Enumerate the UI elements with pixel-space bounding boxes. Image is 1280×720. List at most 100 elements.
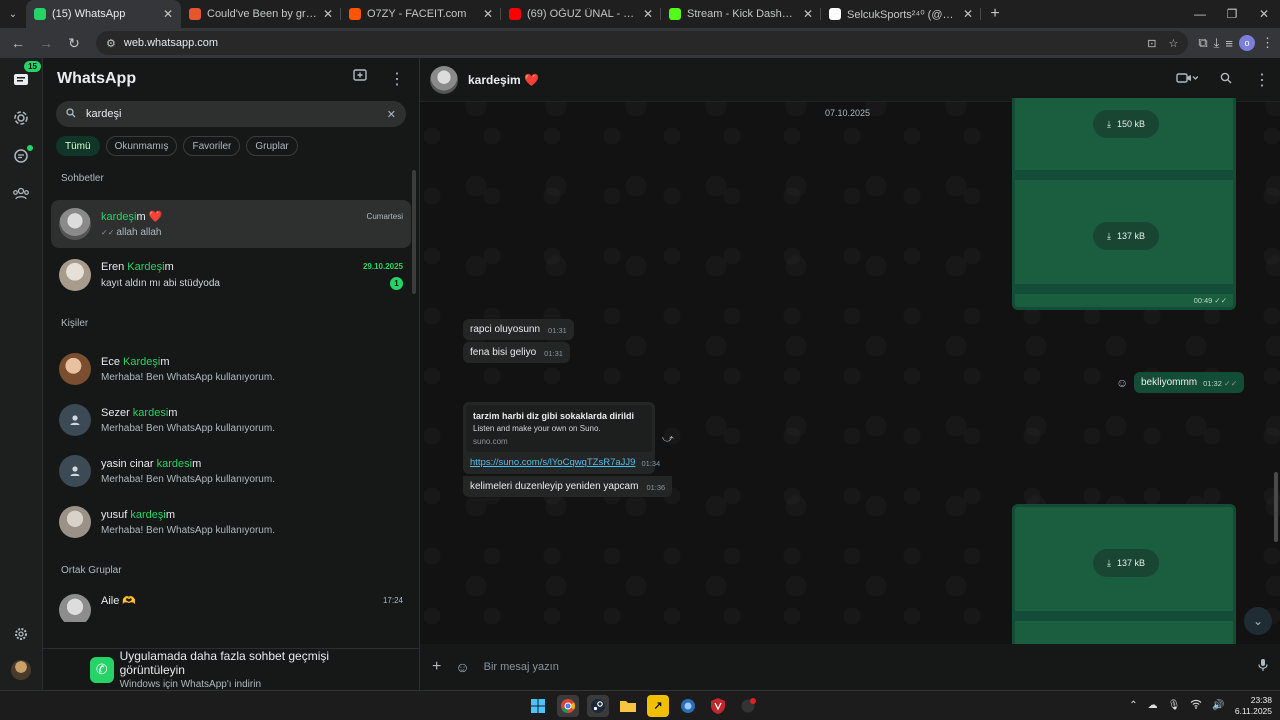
attach-plus-icon[interactable]: + <box>432 658 441 676</box>
cloud-icon[interactable]: ☁ <box>1148 700 1158 711</box>
steam-taskbar-icon[interactable] <box>587 694 609 717</box>
download-button[interactable]: ⤓ 137 kB <box>1093 222 1159 250</box>
message-link[interactable]: https://suno.com/s/lYoCqwqTZsR7aJJ9 <box>470 457 635 468</box>
back-button[interactable]: ← <box>6 31 30 55</box>
scroll-to-bottom-button[interactable]: ⌄ <box>1244 607 1272 635</box>
message-input[interactable]: Bir mesaj yazın <box>484 661 1244 673</box>
link-preview-message[interactable]: tarzim harbi diz gibi sokaklarda dirildi… <box>463 402 660 474</box>
tab-search-button[interactable]: ⌄ <box>0 0 26 28</box>
profile-avatar[interactable]: o <box>1239 35 1255 51</box>
download-button[interactable]: ⤓ 137 kB <box>1093 549 1159 577</box>
volume-icon[interactable]: 🔊 <box>1212 700 1224 711</box>
tab-favicon-icon <box>189 8 201 20</box>
media-message[interactable]: ⤓ 137 kB <box>1012 504 1236 644</box>
start-menu-icon[interactable] <box>527 695 549 717</box>
forward-button[interactable]: → <box>34 31 58 55</box>
chats-nav-icon[interactable]: 15 <box>9 61 41 92</box>
game-taskbar-icon[interactable] <box>737 695 759 717</box>
chrome-taskbar-icon[interactable] <box>557 694 579 717</box>
chip-groups[interactable]: Gruplar <box>246 136 298 156</box>
emoji-sticker-icon[interactable]: ☺ <box>455 659 469 675</box>
contact-row[interactable]: yasin cinar kardesim Merhaba! Ben WhatsA… <box>51 447 411 495</box>
tab-close-icon[interactable]: ✕ <box>483 7 493 21</box>
search-input[interactable]: kardeşi ✕ <box>56 101 406 127</box>
incoming-message[interactable]: rapci oluyosunn 01:31 <box>463 319 574 340</box>
clear-search-icon[interactable]: ✕ <box>387 108 396 121</box>
maximize-button[interactable]: ❐ <box>1216 0 1248 28</box>
browser-tab[interactable]: (69) OĞUZ ÜNAL - BİR TÜRLÜ O ✕ <box>501 0 661 28</box>
tab-close-icon[interactable]: ✕ <box>643 7 653 21</box>
wifi-icon[interactable] <box>1190 699 1202 712</box>
extensions-icon[interactable]: ⧉ <box>1198 35 1207 51</box>
reload-button[interactable]: ↻ <box>62 31 86 55</box>
react-emoji-icon[interactable]: ☺ <box>1116 376 1128 390</box>
download-app-banner[interactable]: ✆ Uygulamada daha fazla sohbet geçmişi g… <box>43 648 419 690</box>
group-name: Aile 🫶 <box>101 595 137 607</box>
chat-row-eren[interactable]: Eren Kardeşim 29.10.2025 kayıt aldın mı … <box>51 251 411 299</box>
browser-tab[interactable]: O7ZY - FACEIT.com ✕ <box>341 0 501 28</box>
channels-nav-icon[interactable] <box>9 144 33 168</box>
shield-taskbar-icon[interactable] <box>707 695 729 717</box>
my-profile-avatar[interactable] <box>11 660 31 680</box>
tab-close-icon[interactable]: ✕ <box>163 7 173 21</box>
address-bar[interactable]: ⚙ web.whatsapp.com ⊡ ☆ <box>96 31 1189 55</box>
contact-avatar[interactable] <box>430 65 458 94</box>
tab-title: (15) WhatsApp <box>52 8 126 20</box>
chip-favorites[interactable]: Favoriler <box>183 136 241 156</box>
microphone-icon[interactable] <box>1258 658 1268 677</box>
search-chat-icon[interactable] <box>1220 71 1232 89</box>
file-explorer-icon[interactable] <box>617 695 639 717</box>
browser-tab[interactable]: Stream - Kick Dashboard ✕ <box>661 0 821 28</box>
minimize-button[interactable]: — <box>1184 0 1216 28</box>
link-preview-card[interactable]: tarzim harbi diz gibi sokaklarda dirildi… <box>466 405 652 452</box>
site-info-icon[interactable]: ⚙ <box>106 37 116 50</box>
browser-tab[interactable]: Could've Been by gr22br5kc2 | ✕ <box>181 0 341 28</box>
app-taskbar-icon[interactable]: ↗ <box>647 694 669 717</box>
download-button[interactable]: ⤓ 150 kB <box>1093 110 1159 138</box>
forward-icon[interactable]: ⤻ <box>662 433 674 446</box>
chat-row-kardesim[interactable]: kardeşim ❤️ Cumartesi ✓✓ allah allah <box>51 200 411 248</box>
contact-status: Merhaba! Ben WhatsApp kullanıyorum. <box>101 371 275 383</box>
conversation-header[interactable]: kardeşim ❤️ ⋮ <box>420 58 1280 102</box>
close-window-button[interactable]: ✕ <box>1248 0 1280 28</box>
chip-all[interactable]: Tümü <box>56 136 100 156</box>
new-chat-icon[interactable] <box>353 69 367 89</box>
chip-unread[interactable]: Okunmamış <box>105 136 178 156</box>
downloads-icon[interactable]: ⤓ <box>1214 35 1220 51</box>
menu-dots-icon[interactable]: ⋮ <box>389 69 405 89</box>
incoming-message[interactable]: kelimeleri duzenleyip yeniden yapcam 01:… <box>463 476 673 497</box>
message-text: rapci oluyosunn <box>470 324 541 335</box>
contact-status: Merhaba! Ben WhatsApp kullanıyorum. <box>101 422 275 434</box>
sidebar-scrollbar[interactable] <box>412 170 416 294</box>
contact-row[interactable]: yusuf kardeşim Merhaba! Ben WhatsApp kul… <box>51 498 411 546</box>
media-divider <box>1015 611 1233 621</box>
install-app-icon[interactable]: ⊡ <box>1147 37 1156 50</box>
message-text: fena bisi geliyo <box>470 347 537 358</box>
group-row-aile[interactable]: Aile 🫶 17:24 <box>51 588 411 622</box>
new-tab-button[interactable]: + <box>981 0 1009 28</box>
tab-title: (69) OĞUZ ÜNAL - BİR TÜRLÜ O <box>527 8 637 20</box>
conversation-scrollbar[interactable] <box>1274 472 1278 542</box>
tab-close-icon[interactable]: ✕ <box>803 7 813 21</box>
tray-overflow-icon[interactable]: ⌃ <box>1129 700 1137 711</box>
tab-close-icon[interactable]: ✕ <box>963 7 973 21</box>
outgoing-message[interactable]: bekliyommm 01:32 ✓✓ <box>1134 372 1245 393</box>
video-call-icon[interactable] <box>1176 71 1199 89</box>
browser-tab[interactable]: SelcukSports²⁴⁰ (@sports1hds) / ✕ <box>821 0 981 28</box>
clock[interactable]: 23:38 6.11.2025 <box>1235 695 1272 717</box>
contact-row[interactable]: Sezer kardesim Merhaba! Ben WhatsApp kul… <box>51 396 411 444</box>
chat-menu-icon[interactable]: ⋮ <box>1254 70 1270 90</box>
browser-menu-icon[interactable]: ⋮ <box>1261 35 1274 51</box>
status-nav-icon[interactable] <box>9 106 33 130</box>
media-controls-icon[interactable]: ≡ <box>1225 36 1233 51</box>
tab-close-icon[interactable]: ✕ <box>323 7 333 21</box>
settings-icon[interactable] <box>9 622 33 646</box>
media-message[interactable]: ⤓ 150 kB ⤓ 137 kB 00:49 ✓✓ <box>1012 98 1236 310</box>
app-circle-taskbar-icon[interactable] <box>677 695 699 717</box>
mic-tray-icon[interactable]: 🎙 <box>1168 700 1181 711</box>
communities-nav-icon[interactable] <box>9 182 33 206</box>
incoming-message[interactable]: fena bisi geliyo 01:31 <box>463 342 570 363</box>
contact-row[interactable]: Ece Kardeşim Merhaba! Ben WhatsApp kulla… <box>51 345 411 393</box>
browser-tab[interactable]: (15) WhatsApp ✕ <box>26 0 181 28</box>
bookmark-star-icon[interactable]: ☆ <box>1168 37 1178 50</box>
